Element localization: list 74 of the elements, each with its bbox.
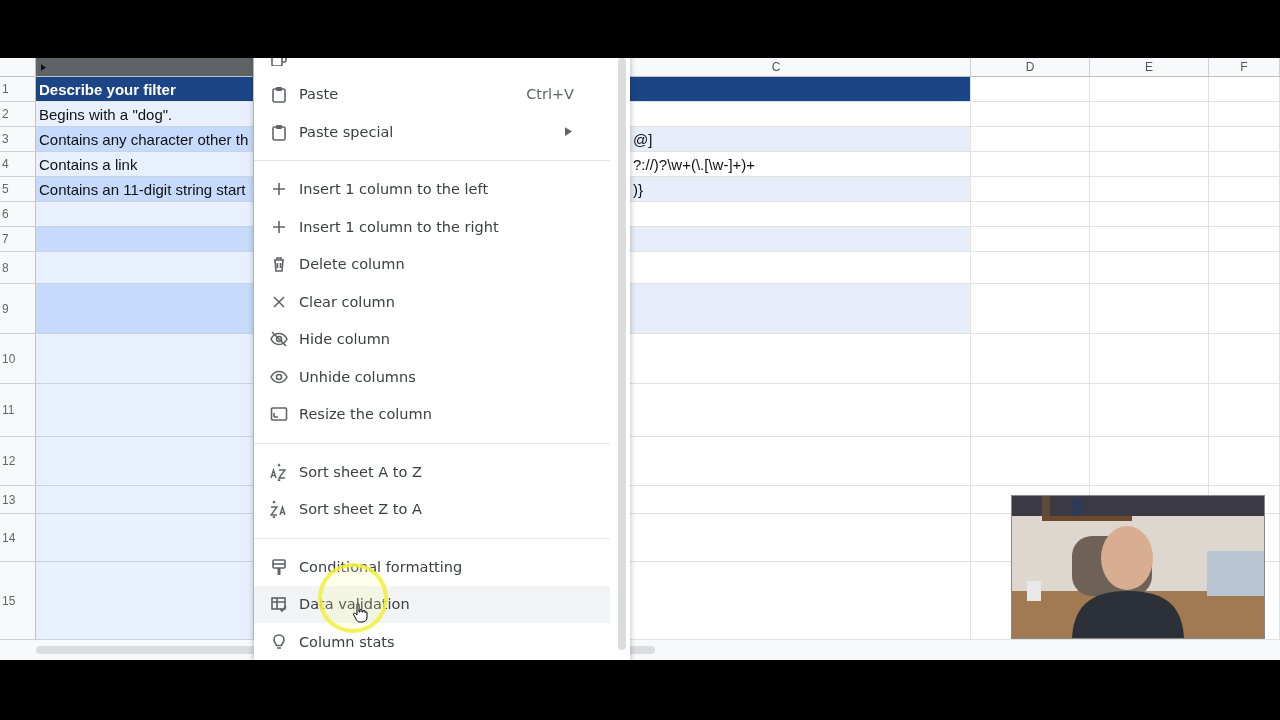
row-number[interactable]: 1 [0,77,36,102]
menu-item[interactable]: Paste Ctrl+V [254,75,610,113]
menu-item-label: Column stats [299,633,396,650]
table-cell: Contains a link [36,152,254,177]
row-number[interactable]: 3 [0,127,36,152]
column-header[interactable] [36,58,254,76]
table-cell [1209,437,1280,486]
row-number[interactable]: 11 [0,384,36,437]
eye-off-icon [270,330,288,349]
sort-az-icon [270,462,288,481]
menu-item-label: Delete column [299,256,406,273]
menu-item[interactable]: Sort sheet Z to A [254,490,610,528]
menu-item[interactable]: Column stats [254,623,610,660]
table-cell [1209,102,1280,127]
menu-item-label: Resize the column [299,406,433,423]
menu-item[interactable]: Hide column [254,320,610,358]
menu-item[interactable]: Sort sheet A to Z [254,453,610,491]
menu-item-label: Paste special [299,123,395,140]
bulb-icon [270,632,288,651]
table-cell [1209,202,1280,227]
row-number[interactable]: 7 [0,227,36,252]
menu-item[interactable]: Unhide columns [254,358,610,396]
validation-icon [270,595,288,614]
menu-item[interactable]: Insert 1 column to the right [254,208,610,246]
menu-item-label: Unhide columns [299,368,417,385]
triangle-icon [41,64,46,71]
row-number[interactable]: 2 [0,102,36,127]
menu-item-label: Hide column [299,331,392,348]
row-number[interactable]: 15 [0,562,36,640]
table-cell [1209,384,1280,437]
table-cell: )} [630,177,971,202]
row-number[interactable]: 8 [0,252,36,284]
menu-scrollbar[interactable] [618,58,626,650]
table-cell [1209,127,1280,152]
table-cell [1209,252,1280,284]
menu-item-label: Insert 1 column to the left [299,181,490,198]
paste-icon [270,85,288,104]
menu-item-label: Paste [299,86,340,103]
menu-item[interactable]: Clear column [254,283,610,321]
sort-za-icon [270,500,288,519]
row-number[interactable]: 5 [0,177,36,202]
row-number[interactable]: 12 [0,437,36,486]
table-cell: Describe your filter [36,77,254,102]
table-cell [1209,152,1280,177]
row-number[interactable]: 14 [0,514,36,562]
menu-item-label: Sort sheet Z to A [299,501,423,518]
table-cell: @] [630,127,971,152]
menu-item-label: Sort sheet A to Z [299,463,423,480]
shortcut-text: Ctrl+V [526,86,574,103]
menu-item[interactable]: Insert 1 column to the left [254,170,610,208]
row-number[interactable]: 10 [0,334,36,384]
menu-item[interactable]: Paste special [254,113,610,151]
row-number[interactable]: 6 [0,202,36,227]
menu-item-label: Insert 1 column to the right [299,218,500,235]
table-cell [1209,77,1280,102]
table-cell: Contains an 11-digit string start [36,177,254,202]
table-cell [1209,334,1280,384]
column-header[interactable]: F [1209,58,1280,76]
menu-item[interactable]: Resize the column [254,395,610,433]
paste-icon [270,122,288,141]
table-cell: Begins with a "dog". [36,102,254,127]
column-header[interactable]: E [1090,58,1209,76]
row-number[interactable]: 13 [0,486,36,514]
roller-icon [270,557,288,576]
row-number[interactable]: 9 [0,284,36,334]
table-cell [1209,177,1280,202]
table-cell [1209,284,1280,334]
table-cell [1209,227,1280,252]
row-number[interactable]: 4 [0,152,36,177]
table-cell: Contains any character other th [36,127,254,152]
menu-item[interactable]: Delete column [254,245,610,283]
resize-icon [270,405,288,424]
column-header[interactable]: D [971,58,1090,76]
menu-item-label: Clear column [299,293,396,310]
